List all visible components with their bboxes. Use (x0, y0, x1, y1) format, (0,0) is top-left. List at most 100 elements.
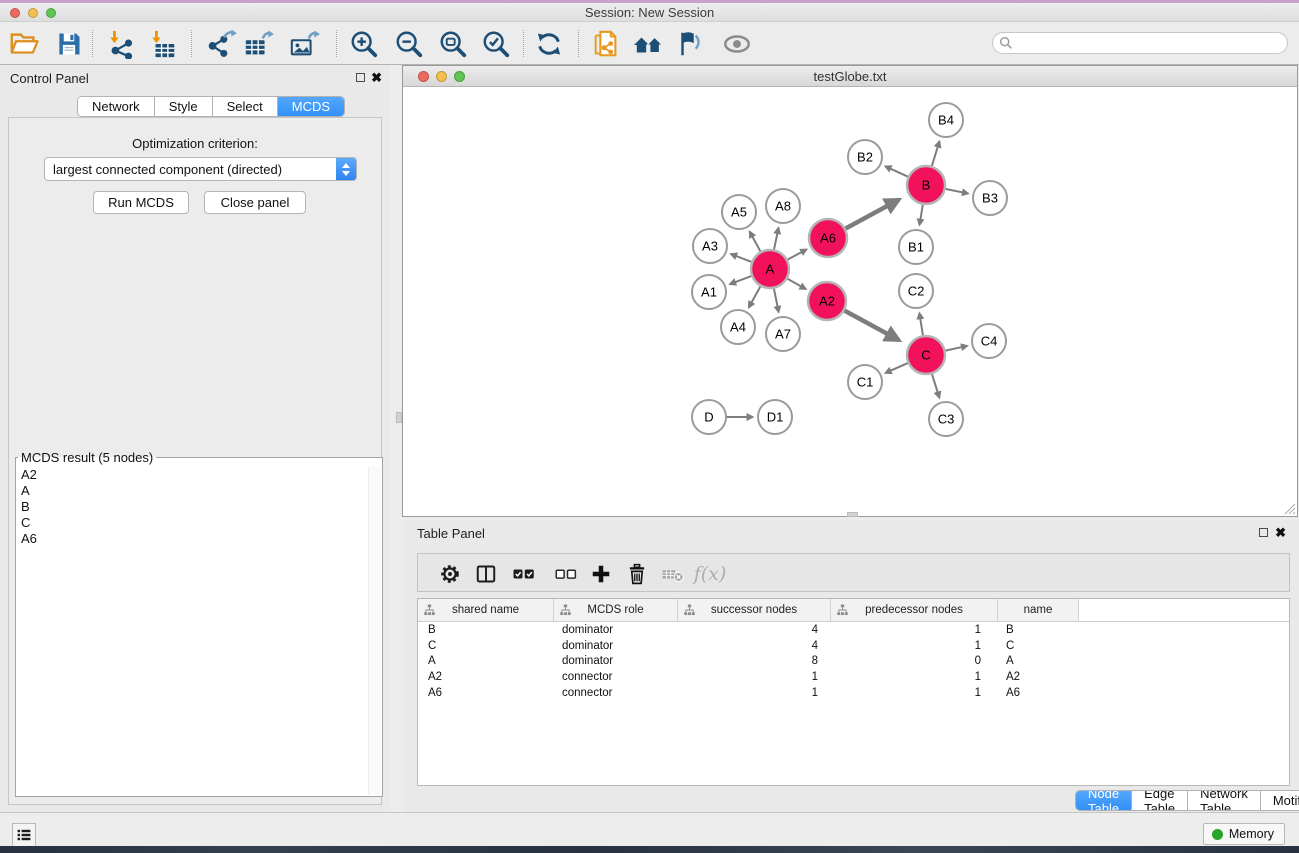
graph-node-A6[interactable]: A6 (809, 219, 847, 257)
deselect-all-columns-icon[interactable] (552, 560, 580, 588)
zoom-out-icon[interactable] (393, 28, 425, 60)
result-list-item[interactable]: A2 (17, 467, 368, 483)
task-history-button[interactable] (12, 823, 36, 847)
float-table-panel-icon[interactable] (1259, 528, 1268, 537)
network-minimize-button[interactable] (436, 71, 447, 82)
import-network-icon[interactable] (105, 28, 137, 60)
close-panel-button[interactable]: Close panel (204, 191, 306, 214)
result-list-item[interactable]: A6 (17, 531, 368, 547)
export-image-icon[interactable] (288, 28, 320, 60)
table-row[interactable]: A6connector11A6 (418, 685, 1289, 701)
graph-node-C[interactable]: C (907, 336, 945, 374)
network-zoom-button[interactable] (454, 71, 465, 82)
graph-edge-B-B2[interactable] (885, 166, 909, 177)
toggle-flag-icon[interactable] (674, 28, 706, 60)
tab-network-table[interactable]: Network Table (1188, 791, 1261, 810)
graph-edge-C-C4[interactable] (945, 346, 968, 351)
network-window-titlebar[interactable]: testGlobe.txt (403, 66, 1297, 87)
search-input[interactable] (1013, 34, 1287, 52)
graph-edge-A-A4[interactable] (749, 286, 761, 308)
column-header-successor-nodes[interactable]: successor nodes (678, 599, 831, 621)
graph-node-C4[interactable]: C4 (972, 324, 1006, 358)
graph-node-D1[interactable]: D1 (758, 400, 792, 434)
graph-node-A4[interactable]: A4 (721, 310, 755, 344)
graph-edge-A-A5[interactable] (750, 232, 761, 253)
network-close-button[interactable] (418, 71, 429, 82)
mcds-result-list[interactable]: A2ABCA6 (17, 467, 368, 795)
graph-node-B1[interactable]: B1 (899, 230, 933, 264)
tab-select[interactable]: Select (213, 97, 278, 116)
column-header-name[interactable]: name (998, 599, 1079, 621)
open-session-icon[interactable] (8, 28, 40, 60)
tab-node-table[interactable]: Node Table (1076, 791, 1132, 810)
network-canvas[interactable]: B4B2BB3A8A5A6A3B1AC2A1A2A4A7C4CC1DD1C3 (403, 87, 1297, 516)
graph-edge-A6-B[interactable] (845, 200, 899, 229)
run-mcds-button[interactable]: Run MCDS (93, 191, 189, 214)
zoom-selected-icon[interactable] (480, 28, 512, 60)
network-vscroll-thumb[interactable] (396, 412, 402, 423)
window-zoom-button[interactable] (46, 8, 56, 18)
graph-node-A5[interactable]: A5 (722, 195, 756, 229)
export-table-icon[interactable] (242, 28, 274, 60)
graph-edge-A-A6[interactable] (787, 249, 807, 260)
close-panel-icon[interactable]: ✖ (371, 70, 382, 86)
graph-edge-A-A2[interactable] (787, 278, 806, 289)
graph-edge-A2-C[interactable] (844, 310, 899, 340)
graph-edge-B-B1[interactable] (920, 204, 923, 225)
graph-edge-A-A7[interactable] (774, 288, 779, 313)
resize-grip-icon[interactable] (1282, 501, 1296, 515)
criterion-dropdown[interactable]: largest connected component (directed) (44, 157, 357, 181)
graph-edge-C-C2[interactable] (919, 313, 923, 336)
table-settings-gear-icon[interactable] (436, 560, 464, 588)
result-list-scrollbar[interactable] (368, 467, 381, 795)
graph-node-B4[interactable]: B4 (929, 103, 963, 137)
graph-edge-C-C1[interactable] (885, 363, 908, 373)
table-row[interactable]: Adominator80A (418, 654, 1289, 670)
graph-node-B3[interactable]: B3 (973, 181, 1007, 215)
column-header-MCDS-role[interactable]: MCDS role (554, 599, 678, 621)
search-field[interactable] (992, 32, 1288, 54)
refresh-layout-icon[interactable] (533, 28, 565, 60)
graph-edge-B-B4[interactable] (932, 141, 940, 167)
zoom-in-icon[interactable] (348, 28, 380, 60)
float-panel-icon[interactable] (356, 73, 365, 82)
graph-edge-A-A3[interactable] (731, 254, 753, 262)
network-hscroll-thumb[interactable] (847, 512, 858, 517)
graph-node-A7[interactable]: A7 (766, 317, 800, 351)
home-overview-icon[interactable] (633, 28, 665, 60)
result-list-item[interactable]: B (17, 499, 368, 515)
graph-node-C3[interactable]: C3 (929, 402, 963, 436)
add-column-plus-icon[interactable] (587, 560, 615, 588)
close-table-panel-icon[interactable]: ✖ (1275, 525, 1286, 541)
table-row[interactable]: Bdominator41B (418, 622, 1289, 638)
import-table-icon[interactable] (147, 28, 179, 60)
graph-node-A3[interactable]: A3 (693, 229, 727, 263)
clone-network-icon[interactable] (590, 28, 622, 60)
column-header-shared-name[interactable]: shared name (418, 599, 554, 621)
tab-mcds[interactable]: MCDS (278, 97, 344, 116)
save-session-icon[interactable] (53, 28, 85, 60)
graph-node-A8[interactable]: A8 (766, 189, 800, 223)
column-header-predecessor-nodes[interactable]: predecessor nodes (831, 599, 998, 621)
result-list-item[interactable]: C (17, 515, 368, 531)
table-row[interactable]: Cdominator41C (418, 638, 1289, 654)
tab-style[interactable]: Style (155, 97, 213, 116)
dropdown-stepper-icon[interactable] (336, 158, 356, 180)
function-builder-icon[interactable]: f(x) (690, 560, 730, 588)
delete-column-trash-icon[interactable] (623, 560, 651, 588)
graph-node-C1[interactable]: C1 (848, 365, 882, 399)
table-mode-icon[interactable] (472, 560, 500, 588)
tab-edge-table[interactable]: Edge Table (1132, 791, 1188, 810)
graph-edge-A-A8[interactable] (774, 228, 779, 251)
graph-node-B2[interactable]: B2 (848, 140, 882, 174)
show-hide-panel-eye-icon[interactable] (721, 28, 753, 60)
table-row[interactable]: A2connector11A2 (418, 669, 1289, 685)
graph-node-D[interactable]: D (692, 400, 726, 434)
graph-node-A2[interactable]: A2 (808, 282, 846, 320)
memory-button[interactable]: Memory (1203, 823, 1285, 845)
graph-edge-B-B3[interactable] (945, 189, 969, 194)
window-close-button[interactable] (10, 8, 20, 18)
graph-edge-C-C3[interactable] (932, 373, 940, 398)
select-all-columns-icon[interactable] (510, 560, 538, 588)
delete-table-icon[interactable] (659, 560, 687, 588)
